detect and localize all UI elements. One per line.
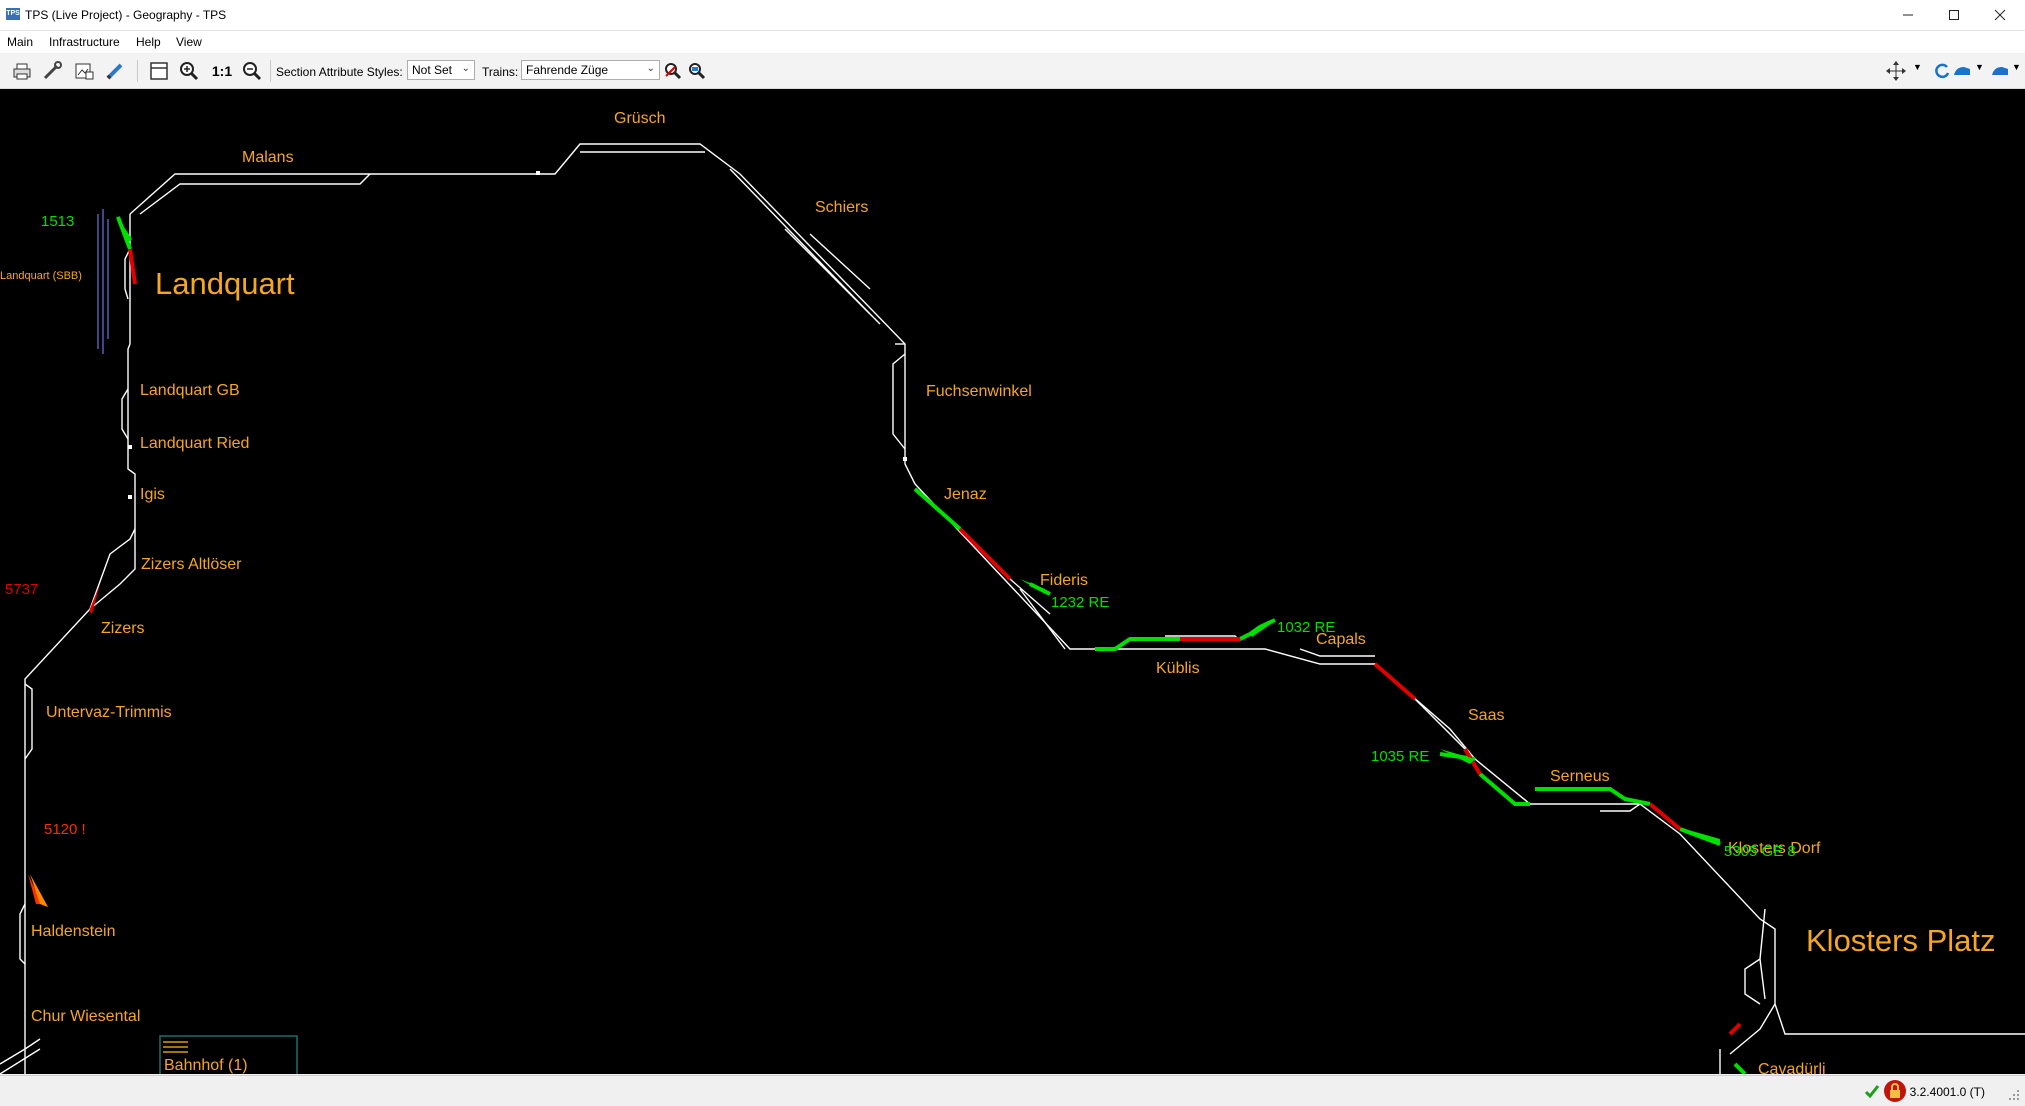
section-styles-value: Not Set xyxy=(412,63,453,77)
status-bar: 3.2.4001.0 (T) xyxy=(0,1075,2025,1106)
train-view-button[interactable] xyxy=(1950,59,1974,83)
track-network: Landquart Landquart (SBB) Malans Grüsch … xyxy=(0,110,2025,1074)
close-button[interactable] xyxy=(1977,0,2023,30)
check-icon xyxy=(1864,1085,1880,1099)
app-icon: TPS xyxy=(6,8,20,20)
menu-main[interactable]: Main xyxy=(7,35,33,49)
pencil-icon xyxy=(106,63,123,80)
station-label-schiers[interactable]: Schiers xyxy=(815,199,868,216)
fit-view-button[interactable] xyxy=(147,59,171,83)
trains-label: Trains: xyxy=(482,65,519,79)
station-label-chur-wiesental[interactable]: Chur Wiesental xyxy=(31,1008,140,1025)
chevron-down-icon[interactable]: ▼ xyxy=(1975,62,1984,72)
toolbar: 1:1 Section Attribute Styles: Not Set ⌄ … xyxy=(0,54,2025,89)
station-label-kueblis[interactable]: Küblis xyxy=(1156,660,1200,677)
trains-select[interactable]: Fahrende Züge ⌄ xyxy=(521,60,660,80)
lock-icon[interactable] xyxy=(1883,1079,1907,1103)
bahnhof-panel-label[interactable]: Bahnhof (1) xyxy=(164,1057,248,1074)
station-label-untervaz[interactable]: Untervaz-Trimmis xyxy=(46,704,172,721)
station-label-gruesch[interactable]: Grüsch xyxy=(614,110,666,127)
train-search-button[interactable] xyxy=(685,59,709,83)
station-label-zizers[interactable]: Zizers xyxy=(101,620,145,637)
menu-help[interactable]: Help xyxy=(136,35,161,49)
station-label-landquart[interactable]: Landquart xyxy=(155,266,295,301)
export-button[interactable] xyxy=(72,59,96,83)
move-arrows-icon xyxy=(1886,61,1906,81)
station-label-igis[interactable]: Igis xyxy=(140,486,165,503)
printer-icon xyxy=(13,63,31,80)
station-label-cavadurli[interactable]: Cavadürli xyxy=(1758,1061,1826,1074)
sbb-platforms xyxy=(97,209,109,354)
minimize-icon xyxy=(1903,14,1913,16)
train-label-1232[interactable]: 1232 RE xyxy=(1051,594,1109,611)
tools-button[interactable] xyxy=(40,59,64,83)
station-label-fideris[interactable]: Fideris xyxy=(1040,572,1088,589)
train-label-1032[interactable]: 1032 RE xyxy=(1277,619,1335,636)
menu-bar: Main Infrastructure Help View xyxy=(0,31,2025,53)
minimize-button[interactable] xyxy=(1885,0,1931,30)
occupied-green xyxy=(116,216,1747,1074)
station-label-klosters-platz[interactable]: Klosters Platz xyxy=(1806,923,1996,958)
train-labels: 1513 5737 5120 ! 1232 RE 1032 RE 1035 RE… xyxy=(5,213,1796,860)
menu-infrastructure[interactable]: Infrastructure xyxy=(49,35,120,49)
train-icon xyxy=(1954,67,1970,75)
chevron-down-icon[interactable]: ▼ xyxy=(1913,62,1922,72)
station-label-jenaz[interactable]: Jenaz xyxy=(944,486,987,503)
window-layout-icon xyxy=(150,62,168,80)
geography-map[interactable]: Landquart Landquart (SBB) Malans Grüsch … xyxy=(0,89,2025,1074)
occupied-red xyxy=(128,248,1742,1036)
station-label-malans[interactable]: Malans xyxy=(242,149,294,166)
zoom-in-icon xyxy=(180,62,199,81)
train-filter-button[interactable] xyxy=(661,59,685,83)
pan-button[interactable] xyxy=(1884,59,1908,83)
export-image-icon xyxy=(75,63,94,80)
version-label: 3.2.4001.0 (T) xyxy=(1909,1085,1985,1099)
train-label-5737[interactable]: 5737 xyxy=(5,581,38,598)
zoom-out-button[interactable] xyxy=(240,59,264,83)
window-title: TPS (Live Project) - Geography - TPS xyxy=(25,8,227,22)
section-styles-label: Section Attribute Styles: xyxy=(276,65,403,79)
station-label-landquart-ried[interactable]: Landquart Ried xyxy=(140,435,249,452)
train-filter-icon xyxy=(665,63,682,80)
station-label-serneus[interactable]: Serneus xyxy=(1550,768,1610,785)
maximize-button[interactable] xyxy=(1931,0,1977,30)
zoom-in-button[interactable] xyxy=(177,59,201,83)
zoom-reset-button[interactable]: 1:1 xyxy=(208,59,236,83)
close-icon xyxy=(1994,9,2006,21)
train-label-1513[interactable]: 1513 xyxy=(41,213,74,230)
chevron-down-icon[interactable]: ▼ xyxy=(2012,62,2021,72)
train-icon xyxy=(1992,67,2008,75)
resize-grip-icon[interactable] xyxy=(2007,1088,2021,1102)
train-label-5305[interactable]: 5305 GE 8 xyxy=(1724,843,1796,860)
station-labels: Landquart Landquart (SBB) Malans Grüsch … xyxy=(0,110,1996,1074)
edit-button[interactable] xyxy=(103,59,127,83)
print-button[interactable] xyxy=(10,59,34,83)
train-search-icon xyxy=(689,63,706,80)
train-mode-button[interactable] xyxy=(1988,59,2012,83)
trains-value: Fahrende Züge xyxy=(526,63,609,77)
maximize-icon xyxy=(1949,10,1959,20)
station-label-zizers-altloser[interactable]: Zizers Altlöser xyxy=(141,556,242,573)
section-styles-select[interactable]: Not Set ⌄ xyxy=(407,60,475,80)
station-label-haldenstein[interactable]: Haldenstein xyxy=(31,923,116,940)
station-label-saas[interactable]: Saas xyxy=(1468,707,1504,724)
title-bar: TPS TPS (Live Project) - Geography - TPS xyxy=(0,0,2025,31)
chevron-down-icon: ⌄ xyxy=(461,63,470,74)
refresh-icon xyxy=(1935,63,1950,79)
station-label-landquart-gb[interactable]: Landquart GB xyxy=(140,382,240,399)
station-label-landquart-sbb[interactable]: Landquart (SBB) xyxy=(0,270,82,282)
bahnhof-panel-icon xyxy=(163,1041,188,1053)
station-label-fuchsenwinkel[interactable]: Fuchsenwinkel xyxy=(926,383,1032,400)
chevron-down-icon: ⌄ xyxy=(646,63,655,74)
train-label-1035[interactable]: 1035 RE xyxy=(1371,748,1429,765)
wrench-icon xyxy=(43,61,62,80)
track-lines xyxy=(0,143,2025,1074)
zoom-out-icon xyxy=(243,62,262,81)
train-label-5120[interactable]: 5120 ! xyxy=(44,821,86,838)
menu-view[interactable]: View xyxy=(176,35,202,49)
